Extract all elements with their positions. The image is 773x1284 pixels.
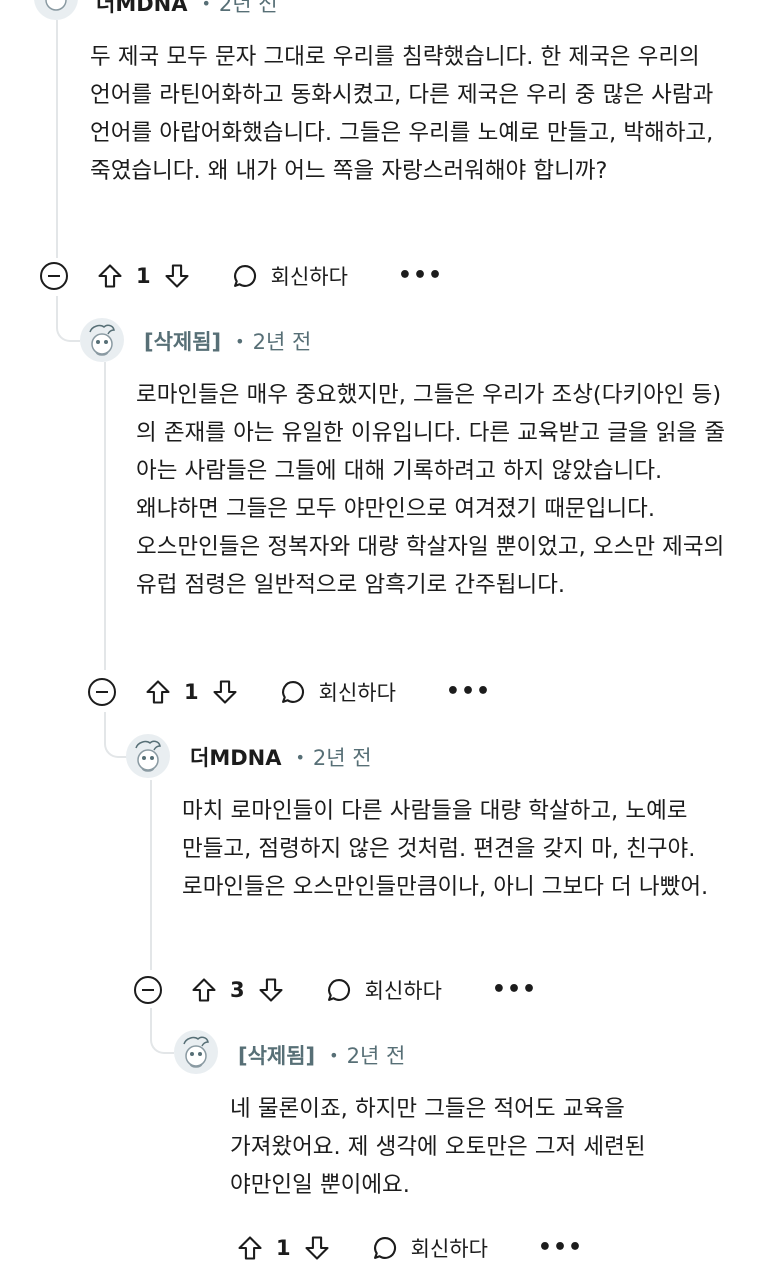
upvote-icon[interactable] (96, 262, 124, 290)
comment-meta: 더MDNA • 2년 전 (96, 0, 278, 18)
downvote-icon[interactable] (303, 1234, 331, 1262)
comment-actions: 1 회신하다 ••• (236, 1228, 583, 1268)
comment-actions: 3 회신하다 ••• (134, 970, 537, 1010)
meta-separator: • (201, 0, 211, 13)
thread-connector (104, 712, 128, 758)
comment-bubble-icon (327, 979, 350, 1001)
more-options-icon[interactable]: ••• (398, 265, 443, 287)
thread-line (56, 20, 58, 258)
reply-button[interactable]: 회신하다 (371, 1233, 488, 1263)
comment-bubble-icon (373, 1237, 396, 1259)
downvote-icon[interactable] (211, 678, 239, 706)
comment-actions: 1 회신하다 ••• (88, 672, 491, 712)
downvote-icon[interactable] (163, 262, 191, 290)
comment-author: [삭제됨] (144, 330, 222, 354)
avatar[interactable] (174, 1030, 218, 1074)
thread-connector (150, 1008, 174, 1054)
reply-label: 회신하다 (318, 681, 396, 705)
comment-author[interactable]: 더MDNA (190, 742, 281, 772)
comment-actions: 1 회신하다 ••• (40, 256, 443, 296)
reply-label: 회신하다 (270, 265, 348, 289)
comment-meta: [삭제됨] • 2년 전 (238, 1040, 405, 1070)
comment-meta: 더MDNA • 2년 전 (190, 742, 372, 772)
thread-connector (56, 296, 80, 342)
reply-button[interactable]: 회신하다 (325, 975, 442, 1005)
comment-bubble-icon (281, 681, 304, 703)
collapse-button[interactable] (88, 678, 116, 706)
thread-line (104, 362, 106, 670)
comment-author[interactable]: 더MDNA (96, 0, 187, 18)
reply-label: 회신하다 (410, 1237, 488, 1261)
comment-body: 로마인들은 매우 중요했지만, 그들은 우리가 조상(다키아인 등)의 존재를 … (136, 382, 726, 598)
reply-label: 회신하다 (364, 979, 442, 1003)
comment-meta: [삭제됨] • 2년 전 (144, 326, 311, 356)
downvote-icon[interactable] (257, 976, 285, 1004)
upvote-icon[interactable] (190, 976, 218, 1004)
comment-time[interactable]: 2년 전 (253, 326, 312, 356)
comment-body: 네 물론이죠, 하지만 그들은 적어도 교육을 가져왔어요. 제 생각에 오토만… (230, 1096, 646, 1198)
comment-time[interactable]: 2년 전 (313, 742, 372, 772)
upvote-icon[interactable] (144, 678, 172, 706)
collapse-button[interactable] (134, 976, 162, 1004)
collapse-button[interactable] (40, 262, 68, 290)
vote-count: 1 (136, 264, 151, 288)
comment-body: 마치 로마인들이 다른 사람들을 대량 학살하고, 노예로 만들고, 점령하지 … (182, 798, 709, 900)
more-options-icon[interactable]: ••• (492, 979, 537, 1001)
reply-button[interactable]: 회신하다 (279, 677, 396, 707)
avatar[interactable] (80, 318, 124, 362)
vote-count: 1 (276, 1236, 291, 1260)
upvote-icon[interactable] (236, 1234, 264, 1262)
avatar[interactable] (34, 0, 78, 20)
more-options-icon[interactable]: ••• (446, 681, 491, 703)
reply-button[interactable]: 회신하다 (231, 261, 348, 291)
comment-author: [삭제됨] (238, 1044, 316, 1068)
avatar[interactable] (126, 734, 170, 778)
comment-time[interactable]: 2년 전 (347, 1040, 406, 1070)
thread-line (150, 780, 152, 970)
vote-count: 1 (184, 680, 199, 704)
vote-count: 3 (230, 978, 245, 1002)
more-options-icon[interactable]: ••• (538, 1237, 583, 1259)
meta-separator: • (295, 747, 305, 767)
comment-time[interactable]: 2년 전 (219, 0, 278, 18)
comment-body: 두 제국 모두 문자 그대로 우리를 침략했습니다. 한 제국은 우리의 언어를… (90, 44, 714, 184)
meta-separator: • (235, 331, 245, 351)
comment-bubble-icon (233, 265, 256, 287)
meta-separator: • (329, 1045, 339, 1065)
